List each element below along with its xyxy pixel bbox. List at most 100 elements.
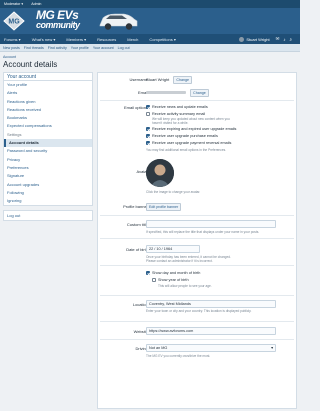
nav-whats-new[interactable]: What's new ▾ <box>32 37 56 42</box>
sidebar-item-reactions-received[interactable]: Reactions received <box>4 106 92 114</box>
custom-title-input[interactable] <box>146 220 276 228</box>
sidebar-item-expected-compensations[interactable]: Expected compensations <box>4 122 92 130</box>
bell-icon[interactable]: ♪ <box>283 37 285 42</box>
avatar[interactable] <box>146 159 174 187</box>
nav-merch[interactable]: Merch <box>127 37 138 42</box>
page-title: Account details <box>3 60 58 69</box>
email-opt-activity-label: Receive activity summary email <box>152 112 206 116</box>
sidebar-item-account-upgrades[interactable]: Account upgrades <box>4 181 92 189</box>
show-dob-checkbox[interactable]: Show day and month of birth <box>146 271 201 276</box>
driving-select-value: Not an MG <box>149 346 168 350</box>
nav-user-name: Stuart Wright <box>246 36 270 42</box>
top-staff-bar: Moderator ▾ Admin <box>0 0 300 8</box>
nav-forums[interactable]: Forums ▾ <box>4 37 21 42</box>
subnav-your-profile[interactable]: Your profile <box>71 46 89 50</box>
custom-title-label: Custom title <box>126 222 148 227</box>
email-opt-reversal-label: Receive user upgrade payment reversal em… <box>152 141 232 145</box>
sidebar-item-reactions-given[interactable]: Reactions given <box>4 98 92 106</box>
change-username-button[interactable]: Change <box>173 76 192 84</box>
sidebar-item-following[interactable]: Following <box>4 189 92 197</box>
email-opt-activity-checkbox[interactable]: Receive activity summary email <box>146 112 206 117</box>
divider <box>100 265 294 266</box>
sub-nav: New posts Find threads Find activity You… <box>0 44 300 52</box>
svg-text:MG: MG <box>8 19 20 26</box>
breadcrumb[interactable]: Account <box>0 52 300 59</box>
email-opt-reversal-checkbox[interactable]: Receive user upgrade payment reversal em… <box>146 141 232 146</box>
sidebar-item-ignoring[interactable]: Ignoring <box>4 197 92 205</box>
divider <box>100 238 294 239</box>
custom-title-hint: If specified, this will replace the titl… <box>146 230 260 234</box>
subnav-log-out[interactable]: Log out <box>118 46 130 50</box>
subnav-find-activity[interactable]: Find activity <box>48 46 67 50</box>
checkbox-checked[interactable] <box>146 105 150 110</box>
sidebar-item-your-profile[interactable]: Your profile <box>4 81 92 89</box>
divider <box>100 215 294 216</box>
checkbox-checked[interactable] <box>146 134 150 139</box>
avatar <box>239 36 245 42</box>
driving-hint: The MG EV you currently own/drive the mo… <box>146 354 211 358</box>
checkbox-checked[interactable] <box>146 271 150 276</box>
nav-members[interactable]: Members ▾ <box>66 37 86 42</box>
email-opt-news-checkbox[interactable]: Receive news and update emails <box>146 105 208 110</box>
sidebar-item-account-details[interactable]: Account details <box>4 139 92 148</box>
location-input[interactable]: Coventry, West Midlands <box>146 300 276 308</box>
checkbox-unchecked[interactable] <box>146 112 150 117</box>
dob-hint-2: Please contact an administrator if it is… <box>146 259 213 263</box>
user-avatar-photo-icon <box>146 159 174 187</box>
logout-block: Log out <box>3 210 93 222</box>
admin-link[interactable]: Admin <box>31 2 41 6</box>
site-title[interactable]: MG EVs community <box>36 9 80 30</box>
sidebar-item-alerts[interactable]: Alerts <box>4 89 92 97</box>
sidebar-item-preferences[interactable]: Preferences <box>4 164 92 172</box>
settings-heading: Settings <box>7 131 22 137</box>
email-opt-purchase-label: Receive user upgrade purchase emails <box>152 134 218 138</box>
car-image <box>99 13 138 30</box>
sidebar-item-bookmarks[interactable]: Bookmarks <box>4 114 92 122</box>
moderator-link[interactable]: Moderator ▾ <box>4 2 23 6</box>
email-row: Change <box>146 89 209 97</box>
show-year-label: Show year of birth <box>158 278 189 282</box>
nav-resources[interactable]: Resources <box>97 37 116 42</box>
divider <box>100 100 294 101</box>
profile-banner-label: Profile banner <box>123 204 148 209</box>
your-account-block: Your account Your profile Alerts Reactio… <box>3 72 93 207</box>
email-opt-expiring-checkbox[interactable]: Receive expiring and expired user upgrad… <box>146 127 237 132</box>
location-hint: Enter your town or city and your country… <box>146 309 252 313</box>
site-title-line2: community <box>36 20 80 30</box>
driving-select[interactable]: Not an MG ▾ <box>146 344 276 352</box>
inbox-icon[interactable]: ✉ <box>276 36 280 42</box>
dob-input[interactable]: 22 / 10 / 1964 <box>146 245 200 253</box>
chevron-down-icon: ▾ <box>271 346 273 350</box>
mg-logo-icon[interactable]: MG <box>3 11 25 31</box>
search-icon[interactable]: ⌕ <box>290 37 292 42</box>
nav-user-menu[interactable]: Stuart Wright <box>239 36 270 42</box>
subnav-new-posts[interactable]: New posts <box>3 46 20 50</box>
nav-competitions[interactable]: Competitions ▾ <box>149 37 175 42</box>
website-input[interactable]: https://www.avforums.com <box>146 327 276 335</box>
divider <box>100 339 294 340</box>
show-dob-label: Show day and month of birth <box>152 271 201 275</box>
your-account-heading: Your account <box>4 73 92 81</box>
sidebar-item-privacy[interactable]: Privacy <box>4 156 92 164</box>
edit-profile-banner-button[interactable]: Edit profile banner <box>146 203 182 211</box>
checkbox-checked[interactable] <box>146 127 150 132</box>
subnav-find-threads[interactable]: Find threads <box>24 46 44 50</box>
checkbox-checked[interactable] <box>146 141 150 146</box>
email-options-label: Email options <box>123 105 148 110</box>
checkbox-unchecked[interactable] <box>152 278 156 283</box>
email-opt-expiring-label: Receive expiring and expired user upgrad… <box>152 127 237 131</box>
profile-banner-row: Edit profile banner <box>146 203 182 211</box>
sidebar-item-password-security[interactable]: Password and security <box>4 147 92 155</box>
username-row: Stuart Wright Change <box>146 76 192 84</box>
avatar-hint: Click the image to change your avatar. <box>146 190 201 194</box>
email-opt-purchase-checkbox[interactable]: Receive user upgrade purchase emails <box>146 134 218 139</box>
subnav-your-account[interactable]: Your account <box>93 46 114 50</box>
email-more-hint: You may find additional email options in… <box>146 148 227 152</box>
email-value-redacted <box>146 91 186 95</box>
username-value: Stuart Wright <box>146 77 170 82</box>
show-year-checkbox[interactable]: Show year of birth <box>152 278 189 283</box>
sidebar-item-signature[interactable]: Signature <box>4 172 92 180</box>
change-email-button[interactable]: Change <box>190 89 209 97</box>
sidebar-logout[interactable]: Log out <box>4 211 92 220</box>
main-nav: Forums ▾ What's new ▾ Members ▾ Resource… <box>0 34 300 44</box>
